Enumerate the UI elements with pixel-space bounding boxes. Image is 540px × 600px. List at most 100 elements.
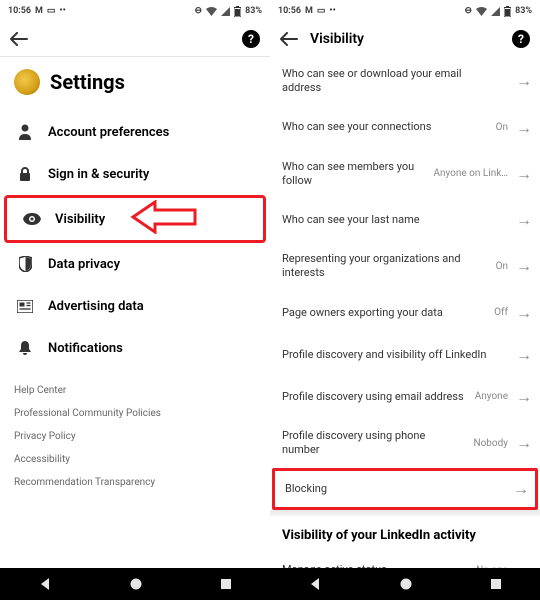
sidebar-item-sign-in-security[interactable]: Sign in & security (0, 153, 270, 195)
status-wifi-icon (206, 7, 217, 16)
row-organizations-interests[interactable]: Representing your organizations and inte… (270, 241, 540, 292)
menu-label: Account preferences (48, 125, 169, 140)
newspaper-icon (16, 297, 34, 315)
back-button[interactable] (10, 32, 28, 46)
row-label: Who can see your connections (282, 120, 488, 134)
chevron-right-icon: → (516, 387, 528, 407)
row-discovery-email[interactable]: Profile discovery using email address An… (270, 376, 540, 418)
footer-link-privacy-policy[interactable]: Privacy Policy (14, 431, 256, 442)
status-dnd-icon: ⊖ (465, 6, 473, 16)
settings-screen: 10:56 M ▭ •• ⊖ 83% (0, 0, 270, 600)
footer-link-community-policies[interactable]: Professional Community Policies (14, 408, 256, 419)
status-time: 10:56 (278, 6, 301, 16)
row-active-status[interactable]: Manage active status No one → (270, 549, 540, 568)
status-battery-icon (234, 6, 241, 17)
row-email-address[interactable]: Who can see or download your email addre… (270, 56, 540, 107)
status-battery-icon (504, 6, 511, 17)
row-value: Nobody (473, 438, 508, 449)
row-value: Anyone (475, 391, 508, 402)
page-header: Settings (0, 57, 270, 107)
row-label: Page owners exporting your data (282, 306, 486, 320)
row-blocking[interactable]: Blocking → (272, 468, 538, 510)
back-button[interactable] (280, 32, 298, 46)
row-members-you-follow[interactable]: Who can see members you follow Anyone on… (270, 149, 540, 200)
page-title: Visibility (310, 31, 364, 47)
row-value: On (496, 122, 508, 133)
row-value: Anyone on Link… (433, 168, 508, 179)
footer-links: Help Center Professional Community Polic… (0, 377, 270, 496)
person-icon (16, 123, 34, 141)
menu-label: Advertising data (48, 299, 144, 314)
chevron-right-icon: → (516, 560, 528, 568)
chevron-right-icon: → (513, 479, 525, 499)
chevron-right-icon: → (516, 118, 528, 138)
status-signal-icon (221, 7, 230, 16)
row-label: Profile discovery and visibility off Lin… (282, 348, 500, 362)
nav-back-icon[interactable] (38, 577, 52, 591)
row-label: Profile discovery using phone number (282, 429, 465, 458)
status-dnd-icon: ⊖ (195, 6, 203, 16)
row-label: Who can see or download your email addre… (282, 67, 500, 96)
menu-label: Notifications (48, 341, 123, 356)
status-battery-pct: 83% (245, 6, 262, 16)
chevron-right-icon: → (516, 210, 528, 230)
row-label: Profile discovery using email address (282, 390, 467, 404)
row-connections[interactable]: Who can see your connections On → (270, 107, 540, 149)
row-value: Off (494, 307, 508, 318)
footer-link-recommendation-transparency[interactable]: Recommendation Transparency (14, 477, 256, 488)
sidebar-item-notifications[interactable]: Notifications (0, 327, 270, 369)
visibility-screen: 10:56 M ▭ •• ⊖ 83% Visibility ? W (270, 0, 540, 600)
status-icon-dots: •• (329, 6, 335, 16)
help-button[interactable]: ? (242, 30, 260, 48)
sidebar-item-account-preferences[interactable]: Account preferences (0, 111, 270, 153)
footer-link-help-center[interactable]: Help Center (14, 385, 256, 396)
status-icon-m: M (305, 6, 313, 16)
app-bar: Visibility ? (270, 22, 540, 56)
status-wifi-icon (476, 7, 487, 16)
menu-label: Sign in & security (48, 167, 149, 182)
status-icon-msg: ▭ (47, 6, 56, 16)
chevron-right-icon: → (516, 71, 528, 91)
nav-recent-icon[interactable] (220, 578, 232, 590)
android-navbar (270, 568, 540, 600)
sidebar-item-data-privacy[interactable]: Data privacy (0, 243, 270, 285)
status-bar: 10:56 M ▭ •• ⊖ 83% (270, 0, 540, 22)
avatar[interactable] (14, 69, 40, 95)
row-discovery-phone[interactable]: Profile discovery using phone number Nob… (270, 418, 540, 469)
row-value: On (496, 261, 508, 272)
annotation-arrow (129, 200, 199, 234)
nav-recent-icon[interactable] (490, 578, 502, 590)
row-label: Blocking (285, 482, 497, 496)
help-button[interactable]: ? (512, 30, 530, 48)
status-signal-icon (491, 7, 500, 16)
row-page-owners-export[interactable]: Page owners exporting your data Off → (270, 292, 540, 334)
row-label: Representing your organizations and inte… (282, 252, 488, 281)
sidebar-item-advertising-data[interactable]: Advertising data (0, 285, 270, 327)
footer-link-accessibility[interactable]: Accessibility (14, 454, 256, 465)
chevron-right-icon: → (516, 256, 528, 276)
status-battery-pct: 83% (515, 6, 532, 16)
page-title: Settings (50, 70, 125, 94)
chevron-right-icon: → (516, 433, 528, 453)
row-last-name[interactable]: Who can see your last name → (270, 199, 540, 241)
row-label: Who can see members you follow (282, 160, 425, 189)
nav-back-icon[interactable] (308, 577, 322, 591)
menu-label: Visibility (55, 212, 105, 227)
status-icon-m: M (35, 6, 43, 16)
android-navbar (0, 568, 270, 600)
eye-icon (23, 210, 41, 228)
shield-icon (16, 255, 34, 273)
status-bar: 10:56 M ▭ •• ⊖ 83% (0, 0, 270, 22)
settings-menu: Account preferences Sign in & security V… (0, 107, 270, 373)
row-label: Who can see your last name (282, 213, 500, 227)
visibility-list: Who can see or download your email addre… (270, 56, 540, 568)
chevron-right-icon: → (516, 345, 528, 365)
status-icon-dots: •• (59, 6, 65, 16)
nav-home-icon[interactable] (129, 577, 143, 591)
row-discovery-off-linkedin[interactable]: Profile discovery and visibility off Lin… (270, 334, 540, 376)
chevron-right-icon: → (516, 164, 528, 184)
nav-home-icon[interactable] (399, 577, 413, 591)
sidebar-item-visibility[interactable]: Visibility (4, 195, 266, 243)
chevron-right-icon: → (516, 303, 528, 323)
bell-icon (16, 339, 34, 357)
